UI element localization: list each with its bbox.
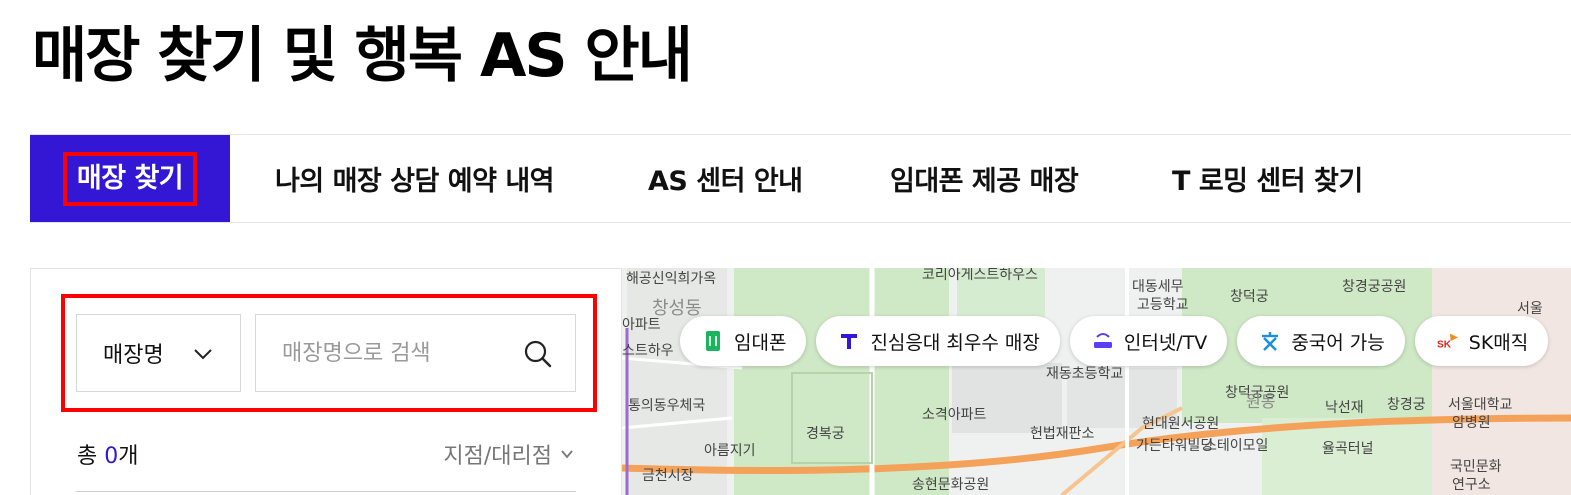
map-label: 현대원서공원 — [1142, 416, 1220, 432]
tab-t-roaming-center[interactable]: T 로밍 센터 찾기 — [1172, 135, 1363, 222]
tab-store-finder[interactable]: 매장 찾기 — [30, 135, 230, 222]
chip-internet-tv[interactable]: 인터넷/TV — [1069, 316, 1228, 366]
chip-best-service[interactable]: 진심응대 최우수 매장 — [816, 316, 1060, 366]
map-filter-chips: 임대폰 진심응대 최우수 매장 인터넷/TV 중국어 가능 SK SK매직 — [680, 316, 1549, 366]
map-label: 창경궁 — [1387, 397, 1426, 413]
map-label: 서울대학교 — [1448, 397, 1513, 413]
chip-sk-magic[interactable]: SK SK매직 — [1414, 316, 1549, 366]
tab-as-center[interactable]: AS 센터 안내 — [648, 135, 803, 222]
result-count: 총 0개 — [77, 438, 138, 470]
map-label: 스트하우 — [622, 343, 674, 359]
map-label: 원동 — [1246, 392, 1276, 411]
sk-logo-icon: SK — [1437, 330, 1459, 352]
chevron-down-icon — [194, 349, 212, 360]
search-type-select[interactable]: 매장명 — [76, 314, 241, 392]
tab-rental-phone-stores[interactable]: 임대폰 제공 매장 — [890, 135, 1079, 222]
store-type-filter[interactable]: 지점/대리점 — [443, 438, 574, 470]
map-label: 고등학교 — [1137, 297, 1189, 313]
phone-rent-icon — [702, 330, 724, 352]
map-label: 코리아게스트하우스 — [922, 268, 1038, 283]
list-divider — [76, 491, 576, 492]
page-title: 매장 찾기 및 행복 AS 안내 — [32, 21, 693, 91]
search-input[interactable] — [282, 340, 502, 366]
chinese-char-icon — [1259, 330, 1281, 352]
map-label: 해공신익희가옥 — [626, 271, 717, 287]
store-type-filter-label: 지점/대리점 — [443, 444, 552, 469]
search-field — [255, 314, 576, 392]
map-label: 경복궁 — [806, 426, 845, 442]
chip-label: SK매직 — [1468, 331, 1529, 354]
svg-text:SK: SK — [1437, 339, 1452, 350]
map-label: 아름지기 — [704, 443, 756, 459]
chip-label: 중국어 가능 — [1291, 331, 1385, 354]
chevron-down-icon — [561, 450, 573, 459]
chip-chinese[interactable]: 중국어 가능 — [1237, 316, 1405, 366]
map-label: 창경궁공원 — [1342, 279, 1407, 295]
chip-rental-phone[interactable]: 임대폰 — [680, 316, 807, 366]
map-label: 율곡터널 — [1322, 441, 1374, 457]
tab-label: 매장 찾기 — [62, 151, 198, 206]
result-count-number: 0 — [104, 444, 119, 469]
map-label: 낙선재 — [1325, 400, 1364, 416]
map-label: 국민문화 — [1450, 459, 1502, 475]
map-label: 연구소 — [1452, 477, 1491, 493]
map-label: 서울 — [1517, 301, 1543, 317]
result-count-suffix: 개 — [118, 444, 139, 469]
chip-label: 진심응대 최우수 매장 — [870, 331, 1040, 354]
chip-label: 임대폰 — [734, 331, 787, 354]
map-label: 창덕궁 — [1230, 289, 1269, 305]
map-view[interactable]: 해공신익희가옥 코리아게스트하우스 대동세무 고등학교 창덕궁 창경궁공원 서울… — [622, 268, 1571, 495]
search-icon[interactable] — [523, 339, 553, 369]
chip-label: 인터넷/TV — [1123, 331, 1208, 354]
map-label: 스테이모일 — [1204, 438, 1269, 454]
map-label: 소격아파트 — [922, 407, 987, 423]
tab-bar: 매장 찾기 나의 매장 상담 예약 내역 AS 센터 안내 임대폰 제공 매장 … — [30, 134, 1571, 223]
map-label: 헌법재판소 — [1030, 426, 1095, 442]
search-type-value: 매장명 — [103, 343, 164, 368]
map-label: 암병원 — [1452, 415, 1491, 431]
t-logo-icon — [838, 330, 860, 352]
result-count-prefix: 총 — [77, 444, 105, 469]
map-label: 송현문화공원 — [912, 477, 990, 493]
map-label: 아파트 — [622, 317, 661, 333]
map-label: 금천시장 — [642, 468, 694, 484]
map-label: 가든타워빌딩 — [1136, 438, 1214, 454]
map-label: 대동세무 — [1132, 279, 1184, 295]
map-label: 재동초등학교 — [1046, 366, 1124, 382]
map-label: 통의동우체국 — [628, 398, 706, 414]
router-icon — [1092, 330, 1114, 352]
tab-my-reservations[interactable]: 나의 매장 상담 예약 내역 — [275, 135, 555, 222]
